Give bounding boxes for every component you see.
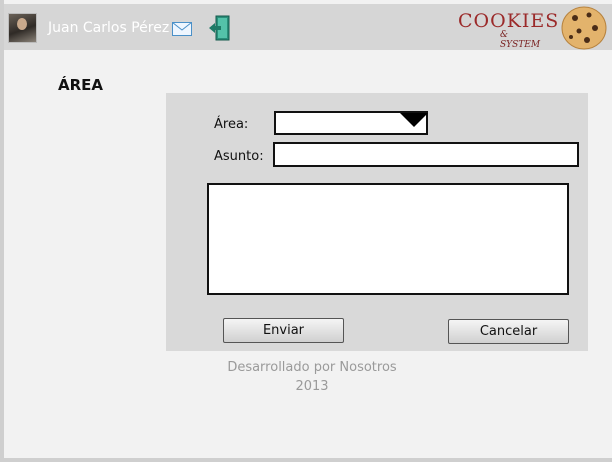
cancel-button[interactable]: Cancelar — [448, 319, 569, 344]
top-bar: Juan Carlos Pérez COOKIES & SYSTEM — [4, 4, 612, 50]
dropdown-arrow-icon[interactable] — [400, 113, 428, 127]
footer-year: 2013 — [295, 379, 329, 394]
window-left-edge — [0, 0, 4, 462]
section-title: ÁREA — [58, 76, 104, 94]
subject-label: Asunto: — [214, 149, 264, 164]
cookie-logo-icon — [561, 6, 607, 50]
user-name[interactable]: Juan Carlos Pérez — [48, 20, 169, 36]
brand-title: COOKIES — [458, 10, 560, 32]
avatar[interactable] — [8, 13, 37, 43]
submit-button[interactable]: Enviar — [223, 318, 344, 343]
area-select[interactable] — [274, 111, 428, 135]
window-bottom-edge — [0, 458, 612, 462]
footer: Desarrollado por Nosotros 2013 — [212, 358, 412, 396]
footer-credit: Desarrollado por Nosotros — [227, 360, 397, 375]
exit-icon[interactable] — [207, 14, 233, 42]
subject-input[interactable] — [273, 142, 579, 167]
brand-tagline: & SYSTEM — [500, 30, 541, 50]
message-textarea[interactable] — [207, 183, 569, 295]
area-label: Área: — [214, 117, 249, 132]
mail-icon[interactable] — [172, 22, 192, 36]
brand-logo: COOKIES & SYSTEM — [458, 10, 558, 50]
